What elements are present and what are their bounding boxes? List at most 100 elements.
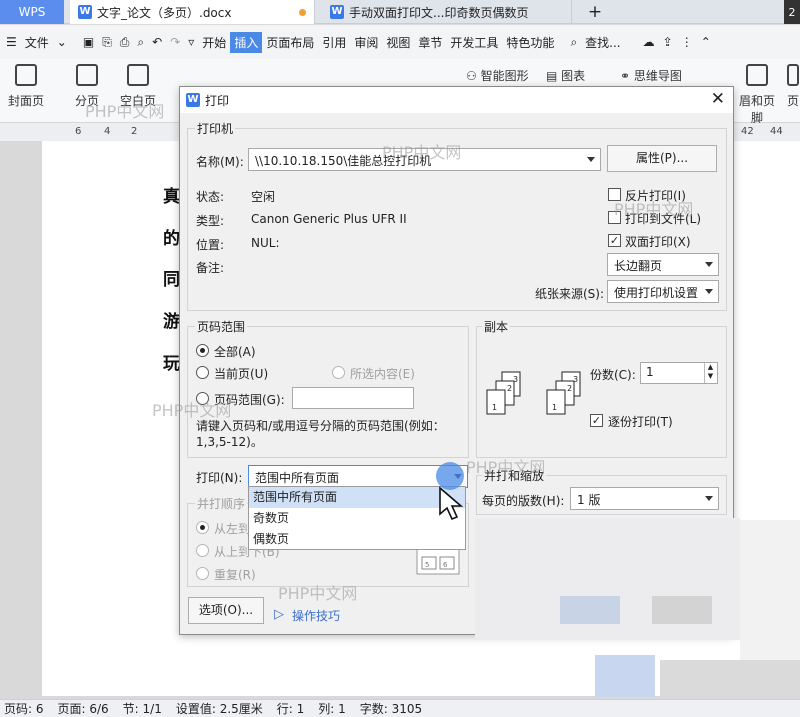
duplex-checkbox[interactable]: ✓ xyxy=(608,234,621,247)
tab-doc2-label: 手动双面打印文...印奇数页偶数页 xyxy=(349,5,529,20)
new-tab-button[interactable]: + xyxy=(585,0,605,24)
menu-insert[interactable]: 插入 xyxy=(230,31,263,53)
window-count: 2 xyxy=(788,5,796,19)
copies-count-value: 1 xyxy=(646,365,654,379)
wps-home-tab[interactable]: WPS xyxy=(0,0,64,24)
collapse-icon[interactable]: ⌃ xyxy=(697,35,715,49)
preview-icon[interactable]: ⌕ xyxy=(133,35,148,50)
menu-references[interactable]: 引用 xyxy=(318,34,350,51)
print-what-label: 打印(N): xyxy=(196,471,243,485)
mind-map-icon: ⚭ xyxy=(620,69,634,83)
cover-page-button[interactable]: 封面页 xyxy=(4,64,48,109)
status-col: 列: 1 xyxy=(318,702,346,716)
ruler-tick: 4 xyxy=(104,126,111,137)
paper-source-value: 使用打印机设置 xyxy=(614,286,699,300)
smart-shape-button[interactable]: ⚇ 智能图形 xyxy=(466,67,538,84)
mind-map-label: 思维导图 xyxy=(633,69,682,83)
paper-source-select[interactable]: 使用打印机设置 xyxy=(607,280,719,303)
printer-name-label: 名称(M): xyxy=(196,155,244,169)
chevron-down-icon[interactable]: ⌄ xyxy=(53,35,71,49)
cloud-icon[interactable]: ☁ xyxy=(639,35,659,49)
range-selection-radio[interactable] xyxy=(332,366,345,379)
header-footer-label: 眉和页脚 xyxy=(738,94,775,125)
dialog-title-bar[interactable]: W 打印 ✕ xyxy=(180,87,733,113)
menu-page-layout[interactable]: 页面布局 xyxy=(262,34,318,51)
option-even-pages[interactable]: 偶数页 xyxy=(249,529,465,550)
menu-view[interactable]: 视图 xyxy=(382,34,414,51)
more-options-icon[interactable]: ⋮ xyxy=(677,35,697,49)
chevron-down-icon xyxy=(705,262,713,267)
svg-text:1: 1 xyxy=(492,403,497,412)
order-repeat-label[interactable]: 重复(R) xyxy=(214,566,256,583)
svg-text:6: 6 xyxy=(443,561,448,569)
menu-start[interactable]: 开始 xyxy=(198,34,230,51)
options-button[interactable]: 选项(O)... xyxy=(188,597,264,624)
undo-icon[interactable]: ↶ xyxy=(148,35,166,49)
cursor-pointer-icon xyxy=(439,486,464,521)
watermark: PHP中文网 xyxy=(278,584,358,603)
menu-developer[interactable]: 开发工具 xyxy=(446,34,502,51)
mind-map-button[interactable]: ⚭ 思维导图 xyxy=(620,67,700,84)
save-icon[interactable]: ▣ xyxy=(79,35,98,49)
chart-icon: ▤ xyxy=(546,69,562,83)
smart-shape-label: 智能图形 xyxy=(480,69,529,83)
document-text: 真 xyxy=(163,187,180,207)
order-repeat-radio[interactable] xyxy=(196,567,209,580)
range-selection-label[interactable]: 所选内容(E) xyxy=(350,365,415,382)
search-label[interactable]: 查找... xyxy=(581,34,624,51)
status-page-number: 页码: 6 xyxy=(4,702,44,716)
window-count-badge[interactable]: 2 xyxy=(784,0,800,24)
option-odd-pages[interactable]: 奇数页 xyxy=(249,508,465,529)
tab-document-1[interactable]: W 文字_论文（多页）.docx xyxy=(70,0,315,24)
copies-spinner[interactable]: ▲ ▼ xyxy=(704,363,716,383)
menu-file[interactable]: 文件 xyxy=(21,34,53,51)
menu-features[interactable]: 特色功能 xyxy=(502,34,558,51)
header-footer-button[interactable]: 眉和页脚 xyxy=(734,64,780,126)
share-icon[interactable]: ⇪ xyxy=(659,35,677,49)
duplex-label[interactable]: 双面打印(X) xyxy=(625,233,691,250)
range-current-label[interactable]: 当前页(U) xyxy=(214,365,268,382)
status-word-count[interactable]: 字数: 3105 xyxy=(360,700,422,717)
hamburger-icon[interactable]: ☰ xyxy=(0,35,21,49)
location-value: NUL: xyxy=(251,236,280,250)
collate-checkbox[interactable]: ✓ xyxy=(590,414,603,427)
close-icon[interactable]: ✕ xyxy=(711,90,725,108)
range-current-radio[interactable] xyxy=(196,366,209,379)
page-number-label: 页 xyxy=(786,94,799,108)
properties-label: 属性(P)... xyxy=(635,151,689,165)
more-icon[interactable]: ▿ xyxy=(184,35,198,49)
tab-document-2[interactable]: W 手动双面打印文...印奇数页偶数页 xyxy=(322,0,572,24)
status-page: 页面: 6/6 xyxy=(57,702,109,716)
export-icon[interactable]: ⎘ xyxy=(98,35,116,50)
svg-text:3: 3 xyxy=(573,375,578,384)
menu-section[interactable]: 章节 xyxy=(414,34,446,51)
print-icon[interactable]: ⎙ xyxy=(116,35,134,50)
tips-icon[interactable]: ▷ xyxy=(274,607,284,622)
ruler-tick: 6 xyxy=(75,126,82,137)
chevron-down-icon xyxy=(705,496,713,501)
print-what-value: 范围中所有页面 xyxy=(255,471,340,485)
redo-icon[interactable]: ↷ xyxy=(166,35,184,49)
order-ttb-radio[interactable] xyxy=(196,544,209,557)
range-all-label[interactable]: 全部(A) xyxy=(214,343,256,360)
print-what-select[interactable]: 范围中所有页面 xyxy=(248,465,468,488)
collate-label[interactable]: 逐份打印(T) xyxy=(608,413,673,430)
cover-page-icon xyxy=(15,64,37,86)
page-number-button[interactable]: 页 xyxy=(786,64,800,109)
tab-doc1-label: 文字_论文（多页）.docx xyxy=(97,5,232,20)
smart-shape-icon: ⚇ xyxy=(466,69,481,83)
note-label: 备注: xyxy=(196,261,225,275)
menu-review[interactable]: 审阅 xyxy=(350,34,382,51)
page-range-input[interactable] xyxy=(292,387,414,409)
tips-link[interactable]: 操作技巧 xyxy=(292,607,340,624)
option-all-pages[interactable]: 范围中所有页面 xyxy=(249,487,465,508)
duplex-mode-select[interactable]: 长边翻页 xyxy=(607,253,719,276)
chart-button[interactable]: ▤ 图表 xyxy=(546,67,590,84)
properties-button[interactable]: 属性(P)... xyxy=(607,145,717,172)
blurred-region xyxy=(740,520,800,660)
order-ltr-radio[interactable] xyxy=(196,521,209,534)
status-value: 空闲 xyxy=(251,190,276,204)
range-all-radio[interactable] xyxy=(196,344,209,357)
pages-per-sheet-select[interactable]: 1 版 xyxy=(570,487,719,510)
search-icon[interactable]: ⌕ xyxy=(566,35,581,50)
